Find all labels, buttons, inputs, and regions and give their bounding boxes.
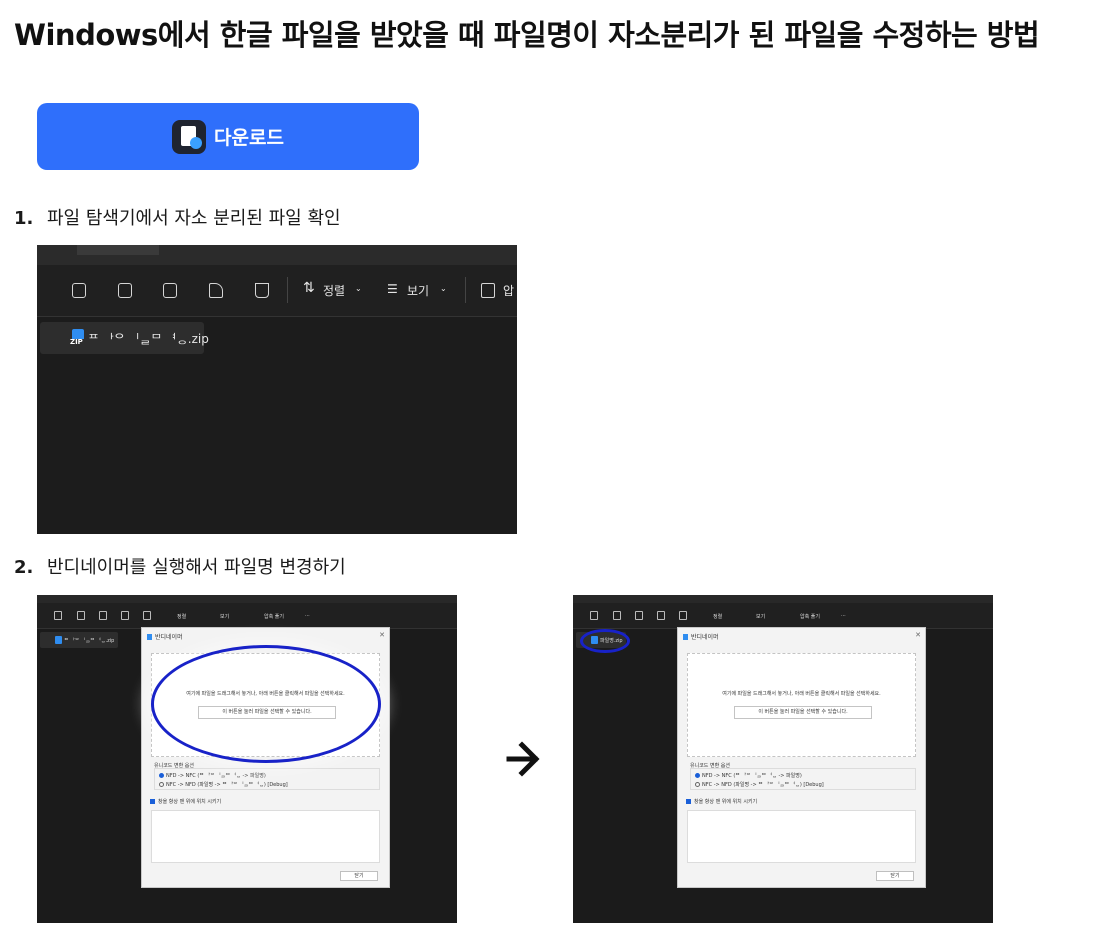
view-button: 보기	[756, 614, 766, 620]
paste-icon[interactable]	[118, 283, 132, 298]
more-icon: ···	[841, 613, 846, 619]
close-button[interactable]: 닫기	[340, 871, 378, 881]
file-item-decomposed: ᄑ ᅡᄋ ᅵᆯᄆ ᅧᆼ.zip	[40, 632, 118, 648]
explorer-screenshot: ⇅ 정렬 ⌄ ☰ 보기 ⌄ 압 ZIP ᄑ ᅡᄋ ᅵᆯᄆ ᅧᆼ.zip	[37, 245, 517, 534]
arrow-right-icon	[506, 741, 540, 777]
always-on-top-checkbox[interactable]: 창을 항상 맨 위에 위치 시키기	[686, 798, 757, 805]
close-icon[interactable]: ✕	[379, 631, 385, 639]
more-icon: ···	[305, 613, 310, 619]
close-icon[interactable]: ✕	[915, 631, 921, 639]
rename-icon[interactable]	[163, 283, 177, 298]
log-area	[687, 810, 916, 863]
sort-button: 정렬	[713, 614, 723, 620]
drop-instruction: 여기에 파일을 드래그해서 놓거나, 아래 버튼을 클릭해서 파일을 선택하세요…	[722, 691, 881, 697]
radio-nfc-to-nfd[interactable]: NFC -> NFD (파일명 -> ᄑ ᅡᄋ ᅵᆯᄆ ᅧᆼ) [Debug]	[159, 781, 288, 788]
zip-file-icon: ZIP	[70, 329, 86, 347]
bandi-app-icon	[172, 119, 207, 154]
copy-icon	[590, 611, 598, 620]
sort-button: 정렬	[177, 614, 187, 620]
explorer-tab	[77, 245, 159, 255]
zip-file-icon	[55, 636, 62, 644]
bandi-app-icon	[147, 634, 152, 640]
share-icon[interactable]	[209, 283, 223, 298]
radio-nfc-to-nfd[interactable]: NFC -> NFD (파일명 -> ᄑ ᅡᄋ ᅵᆯᄆ ᅧᆼ) [Debug]	[695, 781, 824, 788]
file-name: ᄑ ᅡᄋ ᅵᆯᄆ ᅧᆼ.zip	[64, 638, 115, 644]
step-number: 2.	[14, 557, 34, 578]
sort-arrows-icon[interactable]: ⇅	[303, 280, 315, 296]
unicode-options: 유니코드 변환 옵션 NFD -> NFC (ᄑ ᅡᄋ ᅵᆯᄆ ᅧᆼ -> 파일…	[687, 762, 916, 790]
chevron-down-icon: ⌄	[440, 284, 447, 293]
file-name: ᄑ ᅡᄋ ᅵᆯᄆ ᅧᆼ.zip	[88, 332, 209, 346]
bandi-dialog: 반디네이머 ✕ 여기에 파일을 드래그해서 놓거나, 아래 버튼을 클릭해서 파…	[677, 627, 926, 888]
step-1: 1. 파일 탐색기에서 자소 분리된 파일 확인	[14, 204, 341, 230]
delete-icon[interactable]	[255, 283, 269, 298]
download-button[interactable]: 다운로드	[37, 103, 419, 170]
radio-nfd-to-nfc[interactable]: NFD -> NFC (ᄑ ᅡᄋ ᅵᆯᄆ ᅧᆼ -> 파일명)	[159, 772, 266, 779]
toolbar-separator	[465, 277, 466, 303]
unicode-options: 유니코드 변환 옵션 NFD -> NFC (ᄑ ᅡᄋ ᅵᆯᄆ ᅧᆼ -> 파일…	[151, 762, 380, 790]
title-strip	[573, 595, 993, 603]
share-icon	[657, 611, 665, 620]
extract-button: 압축 풀기	[264, 614, 284, 620]
download-label: 다운로드	[214, 127, 284, 149]
highlight-ellipse	[151, 645, 381, 763]
title-strip	[37, 595, 457, 603]
explorer-title-bar	[37, 245, 517, 265]
chevron-down-icon: ⌄	[355, 284, 362, 293]
rename-icon	[99, 611, 107, 620]
dialog-title: 반디네이머	[683, 632, 719, 641]
copy-icon[interactable]	[72, 283, 86, 298]
radio-nfd-to-nfc[interactable]: NFD -> NFC (ᄑ ᅡᄋ ᅵᆯᄆ ᅧᆼ -> 파일명)	[695, 772, 802, 779]
bandi-app-icon	[683, 634, 688, 640]
extract-folder-icon[interactable]	[481, 283, 495, 298]
file-item-decomposed[interactable]: ZIP ᄑ ᅡᄋ ᅵᆯᄆ ᅧᆼ.zip	[40, 322, 209, 354]
share-icon	[121, 611, 129, 620]
dialog-title: 반디네이머	[147, 632, 183, 641]
copy-icon	[54, 611, 62, 620]
explorer-toolbar: ⇅ 정렬 ⌄ ☰ 보기 ⌄ 압	[37, 265, 517, 317]
paste-icon	[77, 611, 85, 620]
paste-icon	[613, 611, 621, 620]
drop-zone[interactable]: 여기에 파일을 드래그해서 놓거나, 아래 버튼을 클릭해서 파일을 선택하세요…	[687, 653, 916, 757]
page-title: Windows에서 한글 파일을 받았을 때 파일명이 자소분리가 된 파일을 …	[14, 18, 1040, 52]
extract-button: 압축 풀기	[800, 614, 820, 620]
toolbar-separator	[287, 277, 288, 303]
highlight-ellipse	[580, 629, 630, 653]
step-2: 2. 반디네이머를 실행해서 파일명 변경하기	[14, 553, 346, 579]
always-on-top-checkbox[interactable]: 창을 항상 맨 위에 위치 시키기	[150, 798, 221, 805]
pick-file-button[interactable]: 이 버튼을 눌러 파일을 선택할 수 있습니다.	[734, 706, 872, 719]
extract-button[interactable]: 압	[503, 282, 514, 299]
log-area	[151, 810, 380, 863]
step-number: 1.	[14, 208, 34, 229]
explorer-toolbar: 정렬 보기 압축 풀기 ···	[37, 603, 457, 629]
bandi-after-screenshot: 정렬 보기 압축 풀기 ··· 파일명.zip 반디네이머 ✕ 여기에 파일을 …	[573, 595, 993, 923]
view-list-icon[interactable]: ☰	[387, 282, 398, 296]
delete-icon	[143, 611, 151, 620]
view-button[interactable]: 보기	[407, 282, 429, 299]
bandi-before-screenshot: 정렬 보기 압축 풀기 ··· ᄑ ᅡᄋ ᅵᆯᄆ ᅧᆼ.zip 반디네이머 ✕ …	[37, 595, 457, 923]
close-button[interactable]: 닫기	[876, 871, 914, 881]
sort-button[interactable]: 정렬	[323, 282, 345, 299]
rename-icon	[635, 611, 643, 620]
explorer-toolbar: 정렬 보기 압축 풀기 ···	[573, 603, 993, 629]
view-button: 보기	[220, 614, 230, 620]
delete-icon	[679, 611, 687, 620]
step-text: 반디네이머를 실행해서 파일명 변경하기	[47, 557, 346, 578]
step-text: 파일 탐색기에서 자소 분리된 파일 확인	[47, 208, 341, 229]
